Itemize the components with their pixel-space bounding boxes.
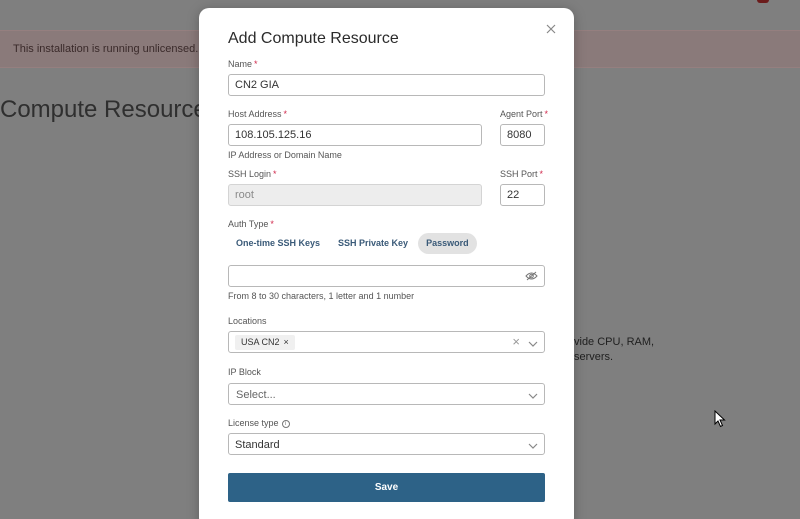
clear-icon[interactable]: × <box>512 335 520 349</box>
ssh-login-input <box>228 184 482 206</box>
license-type-label: License type i <box>228 418 290 428</box>
page-title: Compute Resources <box>0 96 219 123</box>
ip-block-label: IP Block <box>228 367 261 377</box>
tab-one-time-ssh-keys[interactable]: One-time SSH Keys <box>228 233 328 254</box>
password-field[interactable] <box>228 265 545 287</box>
agent-port-input[interactable] <box>500 124 545 146</box>
host-address-label: Host Address * <box>228 109 288 119</box>
ssh-login-label: SSH Login * <box>228 169 277 179</box>
location-chip: USA CN2 × <box>235 335 295 350</box>
location-chip-label: USA CN2 <box>241 337 280 347</box>
ssh-port-label: SSH Port * <box>500 169 544 179</box>
add-compute-resource-modal: Add Compute Resource Name* Host Address*… <box>199 8 574 519</box>
host-address-input[interactable] <box>228 124 482 146</box>
top-accent-mark <box>757 0 769 3</box>
tab-ssh-private-key[interactable]: SSH Private Key <box>330 233 416 254</box>
name-label: Name * <box>228 59 258 69</box>
ip-block-select[interactable]: Select... <box>228 383 545 405</box>
auth-type-label: Auth Type * <box>228 219 274 229</box>
locations-select[interactable]: USA CN2 × × <box>228 331 545 353</box>
ssh-port-input[interactable] <box>500 184 545 206</box>
modal-title: Add Compute Resource <box>228 30 399 47</box>
mouse-cursor-icon <box>714 409 728 428</box>
ip-block-placeholder: Select... <box>236 389 276 401</box>
license-type-select[interactable]: Standard <box>228 433 545 455</box>
host-address-hint: IP Address or Domain Name <box>228 150 342 160</box>
name-input[interactable] <box>228 74 545 96</box>
password-hint: From 8 to 30 characters, 1 letter and 1 … <box>228 291 415 301</box>
chevron-down-icon[interactable] <box>528 391 538 399</box>
page-description: vide CPU, RAM, servers. <box>574 336 655 363</box>
auth-type-tabs: One-time SSH Keys SSH Private Key Passwo… <box>228 233 477 254</box>
close-icon[interactable] <box>544 22 558 36</box>
tab-password[interactable]: Password <box>418 233 477 254</box>
info-icon[interactable]: i <box>281 420 290 428</box>
chevron-down-icon[interactable] <box>528 339 538 347</box>
locations-label: Locations <box>228 316 267 326</box>
chevron-down-icon[interactable] <box>528 441 538 449</box>
license-type-value: Standard <box>235 439 280 451</box>
eye-slash-icon[interactable] <box>525 271 538 281</box>
chip-remove-icon[interactable]: × <box>284 337 289 347</box>
save-button[interactable]: Save <box>228 473 545 502</box>
agent-port-label: Agent Port * <box>500 109 549 119</box>
license-banner-text: This installation is running unlicensed. <box>13 43 199 55</box>
